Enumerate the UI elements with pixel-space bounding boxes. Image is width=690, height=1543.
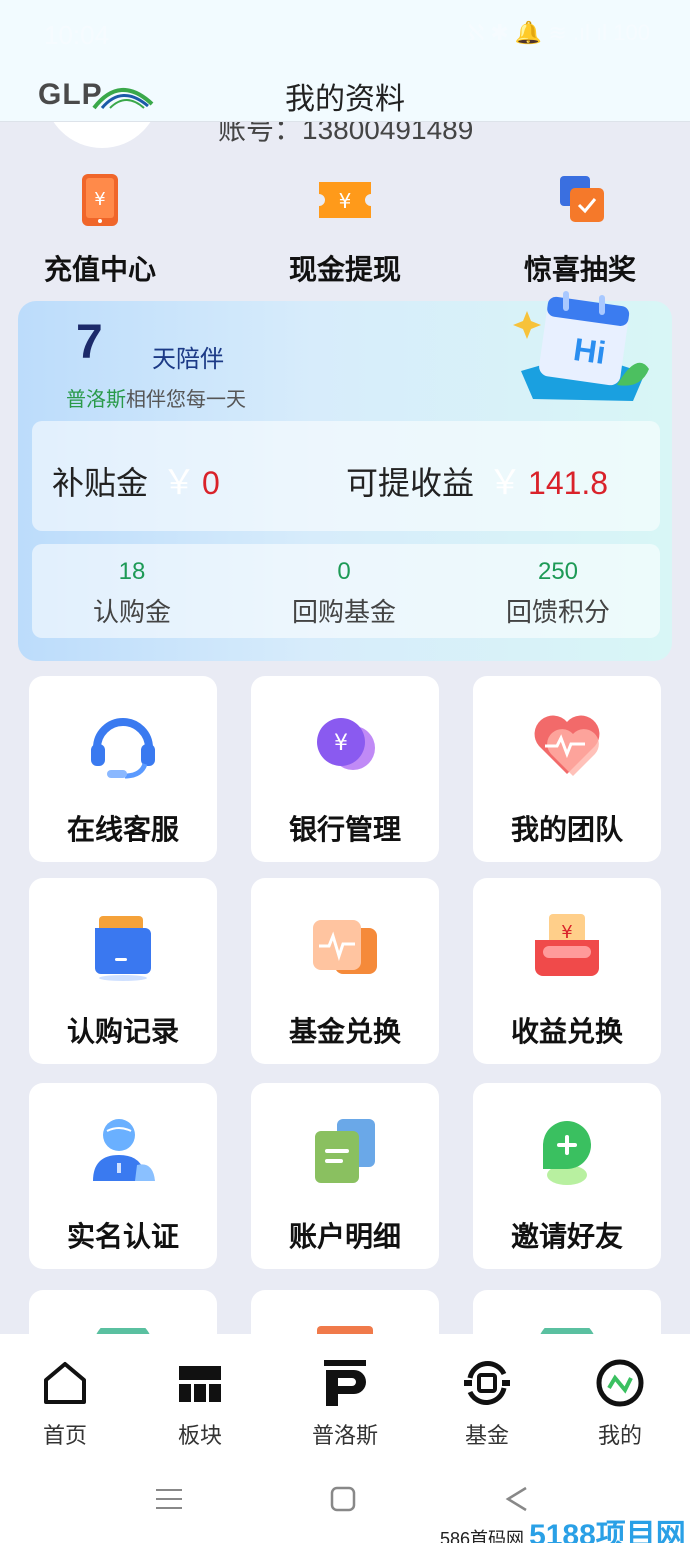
svg-text:Hi: Hi bbox=[571, 331, 608, 371]
stats-row: 18 认购金 0 回购基金 250 回馈积分 bbox=[32, 544, 660, 638]
headset-icon bbox=[91, 718, 155, 779]
withdrawable-balance: 可提收益 ￥ 141.8 bbox=[346, 455, 608, 504]
account-number: 账号：13800491489 bbox=[218, 122, 474, 145]
stat-label: 回购基金 bbox=[291, 598, 396, 628]
wallet-icon bbox=[95, 916, 151, 981]
menu-account-details[interactable]: 账户明细 bbox=[251, 1083, 439, 1269]
subsidy-value: 0 bbox=[202, 465, 220, 501]
companion-days: 7 bbox=[76, 316, 103, 369]
stat-buyback-fund: 0 回购基金 bbox=[244, 558, 444, 629]
stat-value: 250 bbox=[537, 558, 579, 585]
svg-text:¥: ¥ bbox=[561, 922, 572, 943]
fund-icon bbox=[464, 1361, 510, 1405]
withdrawable-label: 可提收益 bbox=[346, 464, 475, 502]
tab-label: 普洛斯 bbox=[311, 1424, 378, 1449]
home-nav-icon[interactable] bbox=[330, 1486, 356, 1512]
menu-nav-icon[interactable] bbox=[156, 1486, 182, 1512]
currency-symbol: ￥ bbox=[162, 463, 197, 503]
menu-label: 基金兑换 bbox=[288, 1015, 401, 1048]
recharge-phone-icon: ¥ bbox=[82, 174, 118, 226]
menu-label: 在线客服 bbox=[66, 813, 179, 846]
quick-action-recharge[interactable]: ¥ 充值中心 bbox=[0, 170, 200, 288]
quick-action-lottery[interactable]: 惊喜抽奖 bbox=[480, 170, 680, 288]
menu-subscription-records[interactable]: 认购记录 bbox=[29, 878, 217, 1064]
watermark-small: 586首码网 bbox=[440, 1529, 525, 1543]
menu-label: 邀请好友 bbox=[510, 1220, 623, 1253]
quick-action-withdraw[interactable]: ¥ 现金提现 bbox=[245, 170, 445, 288]
tab-fund[interactable]: 基金 bbox=[432, 1358, 542, 1450]
bottom-tab-bar: 首页 板块 普洛斯 基金 我的 bbox=[0, 1334, 690, 1464]
menu-bank-management[interactable]: ¥ 银行管理 bbox=[251, 676, 439, 862]
subsidy-balance: 补贴金 ￥ 0 bbox=[52, 455, 220, 504]
page-header: GLP 我的资料 bbox=[0, 64, 690, 122]
balance-row: 补贴金 ￥ 0 可提收益 ￥ 141.8 bbox=[32, 421, 660, 531]
svg-text:¥: ¥ bbox=[94, 189, 105, 210]
menu-invite-friends[interactable]: 邀请好友 bbox=[473, 1083, 661, 1269]
blocks-icon bbox=[179, 1366, 221, 1402]
tab-label: 首页 bbox=[42, 1424, 87, 1449]
tab-home[interactable]: 首页 bbox=[10, 1358, 120, 1450]
watermark-big: 5188项目网 bbox=[529, 1519, 686, 1543]
status-time: 10:04 bbox=[44, 20, 110, 50]
tab-label: 基金 bbox=[464, 1424, 509, 1449]
tab-blocks[interactable]: 板块 bbox=[145, 1358, 255, 1450]
bank-coin-icon: ¥ bbox=[317, 718, 375, 770]
menu-label: 账户明细 bbox=[288, 1220, 401, 1253]
profile-icon bbox=[596, 1359, 644, 1407]
quick-action-label: 现金提现 bbox=[288, 253, 401, 286]
status-icons: ℵ ✱ 🔔 ≋ .ıl ıl 100 bbox=[467, 20, 650, 45]
slogan-text: 相伴您每一天 bbox=[126, 387, 246, 411]
withdrawable-value: 141.8 bbox=[528, 465, 609, 501]
menu-online-service[interactable]: 在线客服 bbox=[29, 676, 217, 862]
hi-calendar-icon: Hi bbox=[513, 291, 649, 401]
back-nav-icon[interactable] bbox=[504, 1486, 530, 1512]
menu-label: 实名认证 bbox=[66, 1220, 179, 1253]
home-icon bbox=[44, 1362, 86, 1404]
svg-text:¥: ¥ bbox=[334, 731, 348, 756]
tab-label: 板块 bbox=[177, 1424, 222, 1449]
quick-action-label: 充值中心 bbox=[43, 253, 156, 286]
menu-label: 认购记录 bbox=[66, 1015, 179, 1048]
menu-real-name-auth[interactable]: 实名认证 bbox=[29, 1083, 217, 1269]
tab-label: 我的 bbox=[597, 1424, 642, 1449]
stat-label: 认购金 bbox=[92, 598, 171, 628]
stat-label: 回馈积分 bbox=[505, 598, 610, 628]
profile-section: 账号：13800491489 bbox=[0, 122, 690, 162]
menu-my-team[interactable]: 我的团队 bbox=[473, 676, 661, 862]
menu-fund-exchange[interactable]: 基金兑换 bbox=[251, 878, 439, 1064]
stat-reward-points: 250 回馈积分 bbox=[458, 558, 658, 629]
watermark: 586首码网 5188项目网 bbox=[440, 1510, 686, 1543]
income-box-icon: ¥ bbox=[535, 914, 599, 976]
companion-slogan: 普洛斯相伴您每一天 bbox=[66, 383, 246, 412]
ledger-icon bbox=[315, 1119, 375, 1183]
tab-profile[interactable]: 我的 bbox=[565, 1358, 675, 1450]
avatar[interactable] bbox=[44, 122, 160, 148]
stat-value: 18 bbox=[118, 558, 146, 585]
svg-text:¥: ¥ bbox=[339, 189, 352, 213]
menu-label: 收益兑换 bbox=[510, 1015, 623, 1048]
invite-plus-icon bbox=[543, 1121, 591, 1185]
stat-subscription: 18 认购金 bbox=[32, 558, 232, 629]
menu-income-exchange[interactable]: ¥ 收益兑换 bbox=[473, 878, 661, 1064]
menu-label: 我的团队 bbox=[510, 813, 623, 846]
menu-label: 银行管理 bbox=[288, 813, 401, 846]
tab-brand[interactable]: 普洛斯 bbox=[290, 1358, 400, 1450]
cash-ticket-icon: ¥ bbox=[319, 182, 371, 218]
lottery-icon bbox=[560, 176, 604, 222]
user-id-icon bbox=[93, 1119, 155, 1181]
currency-symbol: ￥ bbox=[488, 463, 523, 503]
heart-pulse-icon bbox=[534, 715, 600, 776]
brand-p-icon bbox=[324, 1360, 366, 1406]
stat-value: 0 bbox=[337, 558, 351, 585]
fund-chart-icon bbox=[313, 920, 377, 974]
status-bar: 10:04 ℵ ✱ 🔔 ≋ .ıl ıl 100 bbox=[0, 0, 690, 64]
slogan-brand: 普洛斯 bbox=[66, 387, 126, 411]
page-title: 我的资料 bbox=[285, 82, 405, 117]
balance-card: 7 天陪伴 普洛斯相伴您每一天 Hi 补贴金 ￥ 0 可提收益 ￥ 141.8 18 认… bbox=[18, 291, 672, 661]
companion-days-label: 天陪伴 bbox=[152, 345, 224, 373]
subsidy-label: 补贴金 bbox=[52, 464, 149, 502]
